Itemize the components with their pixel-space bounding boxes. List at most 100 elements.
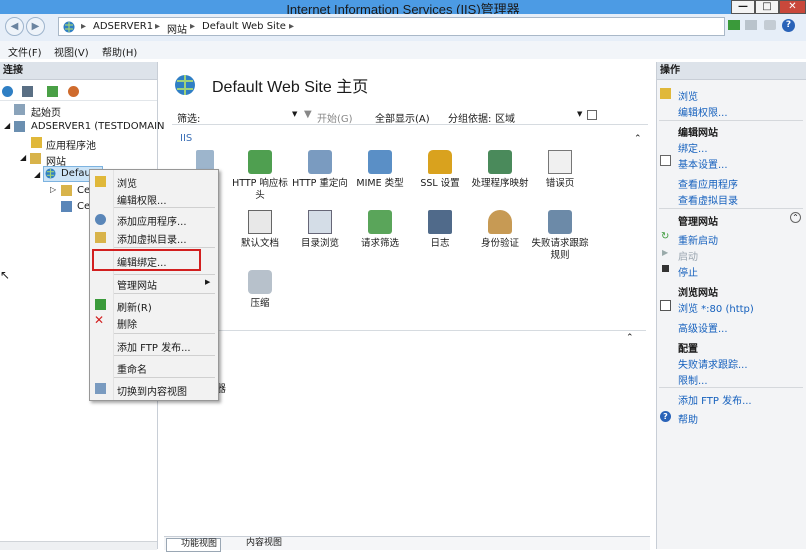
stop-icon[interactable] <box>745 20 757 30</box>
ctx-edit-permissions[interactable]: 编辑权限... <box>117 192 167 207</box>
maximize-button[interactable]: □ <box>755 0 779 14</box>
crumb-server[interactable]: ADSERVER1 <box>93 21 153 32</box>
group-by-select[interactable]: 区域 <box>495 110 515 125</box>
ctx-add-virtual-dir[interactable]: 添加虚拟目录... <box>117 231 187 246</box>
action-limits[interactable]: 限制... <box>678 372 708 387</box>
show-all-button[interactable]: 全部显示(A) <box>375 110 430 125</box>
add-vdir-icon <box>95 232 106 243</box>
divider <box>659 208 803 209</box>
disconnect-icon[interactable] <box>68 86 79 97</box>
mime-icon <box>368 150 392 174</box>
feature-compression[interactable]: 压缩 <box>230 270 290 310</box>
tree-expander[interactable]: ▷ <box>50 185 56 194</box>
divider <box>114 293 215 294</box>
content-view-icon <box>95 383 106 394</box>
action-advanced-settings[interactable]: 高级设置... <box>678 320 728 335</box>
action-stop[interactable]: 停止 <box>678 264 698 279</box>
minimize-button[interactable]: — <box>731 0 755 14</box>
menu-view[interactable]: 视图(V) <box>54 44 89 59</box>
feature-ssl[interactable]: SSL 设置 <box>410 150 470 190</box>
start-button[interactable]: 开始(G) <box>317 110 353 125</box>
title-bar: Internet Information Services (IIS)管理器 —… <box>0 0 806 17</box>
collapse-icon[interactable]: ⌃ <box>626 333 634 343</box>
tree-server[interactable]: ADSERVER1 (TESTDOMAIN <box>31 121 165 132</box>
menu-gutter <box>113 170 114 400</box>
tab-content-view[interactable]: 内容视图 <box>232 538 285 550</box>
action-bindings[interactable]: 绑定... <box>678 140 708 155</box>
crumb-sites[interactable]: 网站 <box>167 21 187 36</box>
globe-icon <box>175 75 195 95</box>
redirect-icon <box>308 150 332 174</box>
ctx-switch-content-view[interactable]: 切换到内容视图 <box>117 383 187 398</box>
tab-features-view[interactable]: 功能视图 <box>166 538 222 552</box>
feature-authentication[interactable]: 身份验证 <box>470 210 530 250</box>
ctx-rename[interactable]: 重命名 <box>117 361 147 376</box>
action-failed-tracing[interactable]: 失败请求跟踪... <box>678 356 748 371</box>
features-pane: Default Web Site 主页 筛选: ▼ ▼ 开始(G) 全部显示(A… <box>164 62 650 552</box>
action-browse-80[interactable]: 浏览 *:80 (http) <box>678 300 754 315</box>
feature-mime-types[interactable]: MIME 类型 <box>350 150 410 190</box>
divider <box>114 247 215 248</box>
feature-http-headers[interactable]: HTTP 响应标头 <box>230 150 290 202</box>
back-button[interactable]: ◀ <box>5 17 24 36</box>
feature-request-filtering[interactable]: 请求筛选 <box>350 210 410 250</box>
tree-app-pools[interactable]: 应用程序池 <box>46 137 96 152</box>
ctx-add-ftp[interactable]: 添加 FTP 发布... <box>117 339 191 354</box>
feature-logging[interactable]: 日志 <box>410 210 470 250</box>
action-view-apps[interactable]: 查看应用程序 <box>678 176 738 191</box>
collapse-icon[interactable]: ⌃ <box>790 212 801 223</box>
tree-expander[interactable]: ◢ <box>20 153 26 162</box>
mouse-cursor-icon: ↖ <box>0 268 11 282</box>
feature-label: MIME 类型 <box>356 178 404 189</box>
tree-expander[interactable]: ◢ <box>4 121 10 130</box>
connect-icon[interactable] <box>2 86 13 97</box>
menu-bar: 文件(F) 视图(V) 帮助(H) <box>0 41 806 59</box>
delete-icon: ✕ <box>94 313 105 327</box>
action-basic-settings[interactable]: 基本设置... <box>678 156 728 171</box>
address-box[interactable]: ▸ ADSERVER1 ▸ 网站 ▸ Default Web Site ▸ <box>58 17 725 36</box>
close-button[interactable]: ✕ <box>779 0 806 14</box>
chevron-down-icon[interactable]: ▼ <box>292 110 297 118</box>
action-edit-permissions[interactable]: 编辑权限... <box>678 104 728 119</box>
feature-default-document[interactable]: 默认文档 <box>230 210 290 250</box>
tree-default-site[interactable]: Defau <box>61 168 91 179</box>
menu-file[interactable]: 文件(F) <box>8 44 42 59</box>
edit-site-header: 编辑网站 <box>678 128 718 139</box>
connections-toolbar <box>0 82 157 101</box>
ctx-add-application[interactable]: 添加应用程序... <box>117 213 187 228</box>
tree-expander[interactable]: ◢ <box>34 170 40 179</box>
feature-handler-mappings[interactable]: 处理程序映射 <box>470 150 530 190</box>
funnel-icon: ▼ <box>304 109 312 120</box>
feature-failed-request-tracing[interactable]: 失败请求跟踪规则 <box>530 210 590 262</box>
refresh-icon[interactable] <box>728 20 740 30</box>
ctx-refresh[interactable]: 刷新(R) <box>117 299 152 314</box>
collapse-icon[interactable]: ⌃ <box>634 134 642 144</box>
view-icon[interactable] <box>587 110 597 120</box>
feature-http-redirect[interactable]: HTTP 重定向 <box>290 150 350 190</box>
action-add-ftp[interactable]: 添加 FTP 发布... <box>678 392 752 407</box>
section-divider <box>180 330 646 331</box>
action-explore[interactable]: 浏览 <box>678 88 698 103</box>
ctx-manage-site[interactable]: 管理网站 <box>117 277 157 292</box>
crumb-default-site[interactable]: Default Web Site <box>202 21 286 32</box>
home-icon[interactable] <box>764 20 776 30</box>
explore-icon <box>660 88 671 99</box>
feature-error-pages[interactable]: 错误页 <box>530 150 590 190</box>
forward-button[interactable]: ▶ <box>26 17 45 36</box>
chevron-down-icon[interactable]: ▼ <box>577 110 582 118</box>
tree-start-page[interactable]: 起始页 <box>31 104 61 119</box>
group-by-label: 分组依据: <box>448 114 492 125</box>
up-icon[interactable] <box>47 86 58 97</box>
help-icon[interactable]: ? <box>782 19 795 32</box>
feature-directory-browsing[interactable]: 目录浏览 <box>290 210 350 250</box>
divider <box>114 377 215 378</box>
action-view-vdirs[interactable]: 查看虚拟目录 <box>678 192 738 207</box>
trace-icon <box>548 210 572 234</box>
ctx-browse[interactable]: 浏览 <box>117 175 137 190</box>
action-help[interactable]: 帮助 <box>678 411 698 426</box>
ctx-delete[interactable]: 删除 <box>117 316 137 331</box>
menu-help[interactable]: 帮助(H) <box>102 44 137 59</box>
filter-icon <box>368 210 392 234</box>
action-restart[interactable]: 重新启动 <box>678 232 718 247</box>
save-icon[interactable] <box>22 86 33 97</box>
